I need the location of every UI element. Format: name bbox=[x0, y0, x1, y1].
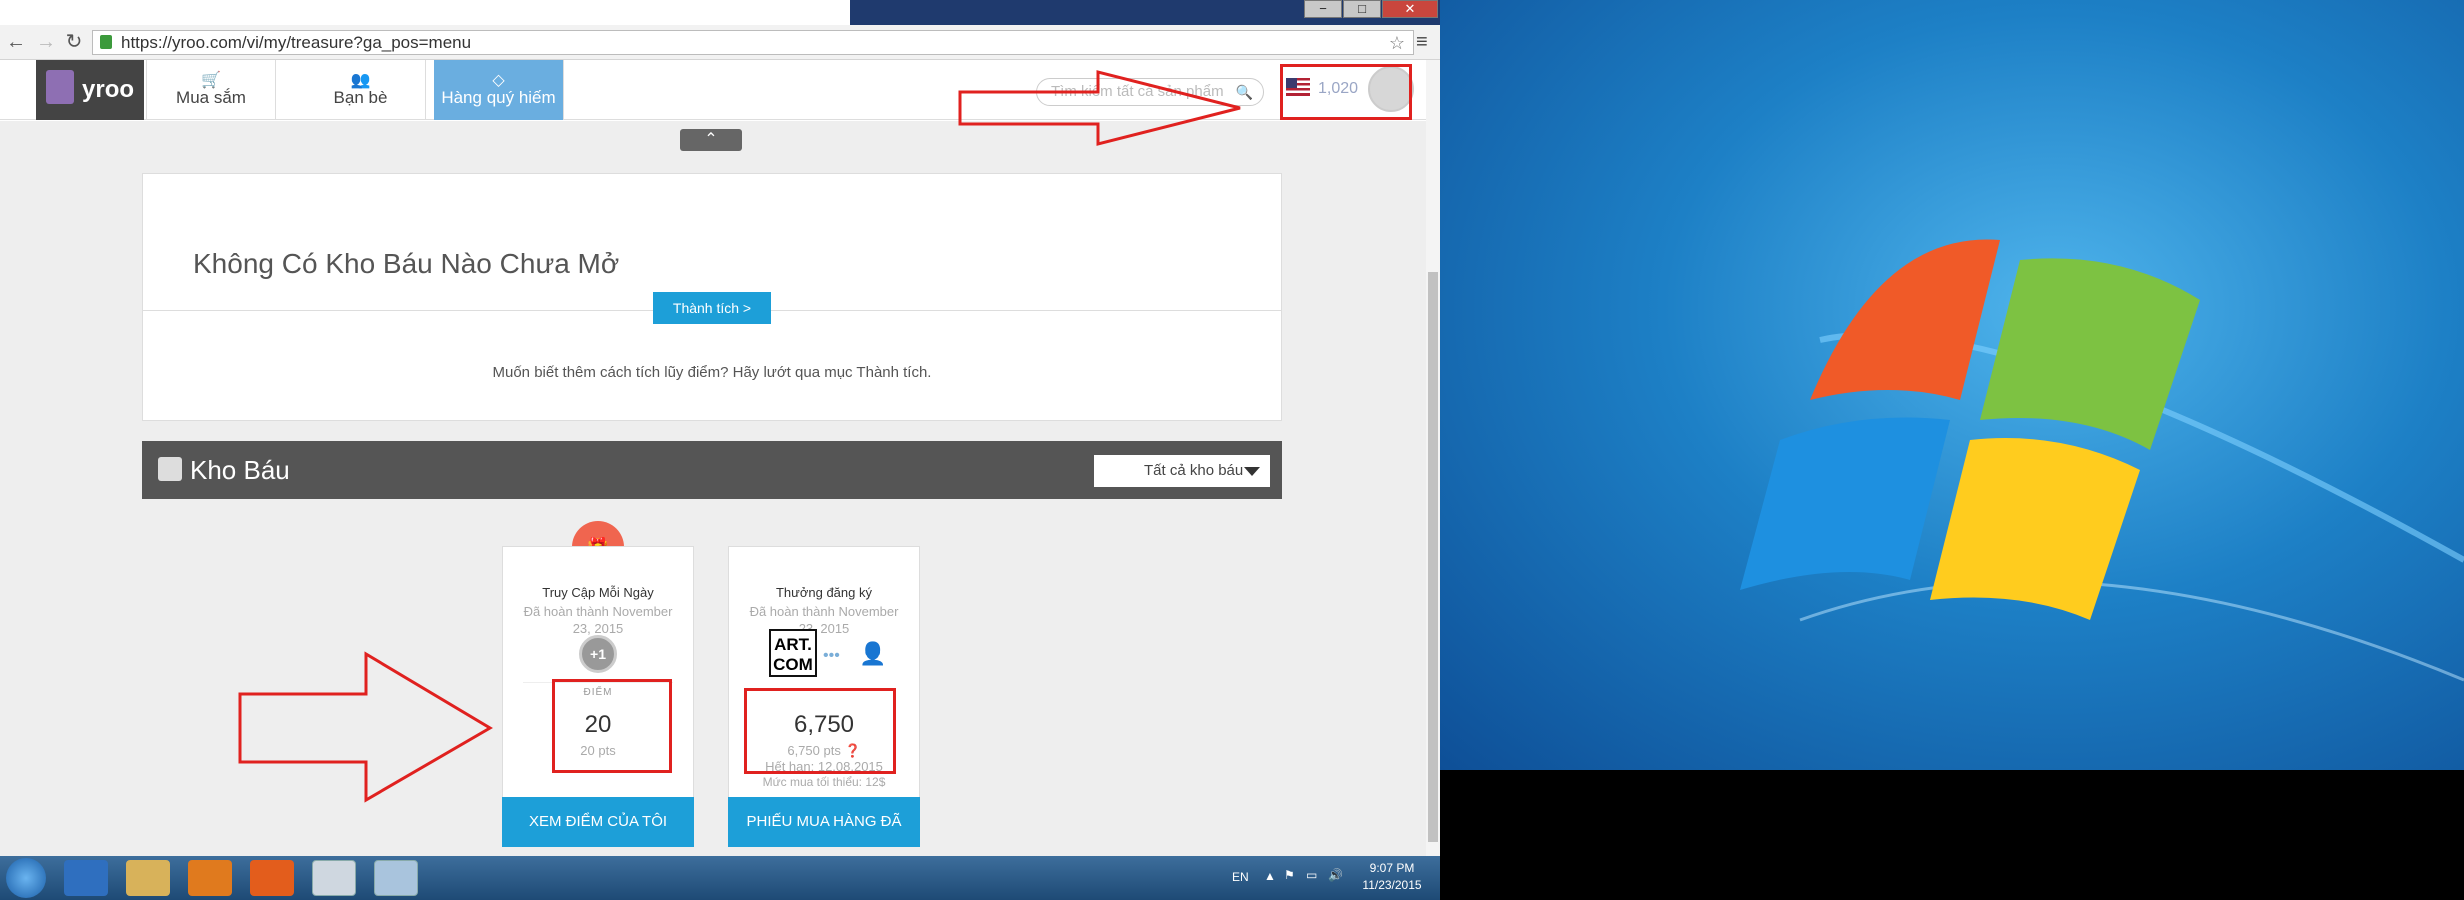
chrome-icon[interactable] bbox=[312, 860, 356, 896]
annotation-arrow-right-icon bbox=[958, 70, 1241, 146]
art-com-logo: ART. COM bbox=[769, 629, 817, 677]
ie-icon[interactable] bbox=[64, 860, 108, 896]
browser-window: − □ ✕ ← → ↻ https://yroo.com/vi/my/treas… bbox=[0, 0, 1440, 856]
annotation-arrow-right-icon bbox=[238, 651, 493, 803]
annotation-box-daily bbox=[552, 679, 672, 773]
reload-icon[interactable]: ↻ bbox=[64, 32, 84, 52]
screen: − □ ✕ ← → ↻ https://yroo.com/vi/my/treas… bbox=[0, 0, 2464, 900]
close-button[interactable]: ✕ bbox=[1382, 0, 1438, 18]
cart-icon: 🛒 bbox=[201, 72, 221, 89]
gifted-voucher-button[interactable]: PHIẾU MUA HÀNG ĐÃ TẶNG bbox=[728, 797, 920, 847]
clock[interactable]: 9:07 PM 11/23/2015 bbox=[1352, 860, 1432, 894]
card-minimum: Mức mua tối thiểu: 12$ bbox=[762, 775, 886, 789]
collapse-chevron-icon[interactable]: ⌃ bbox=[680, 129, 742, 151]
clock-time: 9:07 PM bbox=[1369, 861, 1415, 875]
achievements-button[interactable]: Thành tích > bbox=[653, 292, 771, 324]
scrollbar-thumb[interactable] bbox=[1428, 272, 1438, 842]
back-icon[interactable]: ← bbox=[6, 32, 26, 52]
bookmark-star-icon[interactable]: ☆ bbox=[1389, 32, 1405, 55]
treasure-header-bar: Kho Báu Tất cả kho báu bbox=[142, 441, 1282, 499]
friends-icon: 👥 bbox=[350, 72, 371, 89]
tab-strip: − □ ✕ bbox=[0, 0, 1440, 25]
nav-label: Bạn bè bbox=[333, 88, 388, 107]
volume-icon[interactable]: 🔊 bbox=[1328, 868, 1343, 882]
minimize-button[interactable]: − bbox=[1304, 0, 1342, 18]
app-icon[interactable] bbox=[374, 860, 418, 896]
card-name: Thưởng đăng ký bbox=[775, 585, 872, 600]
address-toolbar: ← → ↻ https://yroo.com/vi/my/treasure?ga… bbox=[0, 25, 1440, 60]
person-icon: 👤 bbox=[859, 641, 887, 666]
page-content: ⌃ Không Có Kho Báu Nào Chưa Mở Thành tíc… bbox=[0, 121, 1426, 856]
yroo-logo[interactable]: yroo bbox=[36, 60, 144, 120]
scrollbar[interactable] bbox=[1426, 60, 1440, 856]
desktop-wallpaper bbox=[1440, 0, 2464, 770]
nav-tab-shopping[interactable]: 🛒 Mua sắm bbox=[146, 60, 276, 120]
panel-hint: Muốn biết thêm cách tích lũy điểm? Hãy l… bbox=[492, 364, 932, 381]
card-completed: Đã hoàn thành November 23, 2015 bbox=[749, 604, 899, 636]
url-bar[interactable]: https://yroo.com/vi/my/treasure?ga_pos=m… bbox=[92, 30, 1414, 55]
annotation-box-signup bbox=[744, 688, 896, 774]
nav-tab-rare-items[interactable]: ◇ Hàng quý hiếm bbox=[434, 60, 564, 120]
caret-down-icon bbox=[1244, 467, 1260, 476]
windows-logo-icon bbox=[1740, 239, 2464, 682]
annotation-box-points bbox=[1280, 64, 1412, 120]
browser-menu-icon[interactable]: ≡ bbox=[1416, 32, 1432, 52]
windows-start-icon[interactable] bbox=[6, 858, 46, 898]
firefox-icon[interactable] bbox=[250, 860, 294, 896]
nav-label: Mua sắm bbox=[176, 88, 246, 107]
flag-icon[interactable]: ⚑ bbox=[1284, 868, 1295, 882]
card-completed: Đã hoàn thành November 23, 2015 bbox=[523, 604, 673, 636]
panel-title: Không Có Kho Báu Nào Chưa Mở bbox=[193, 248, 620, 279]
card-name: Truy Cập Mỗi Ngày bbox=[542, 585, 654, 600]
nav-label: Hàng quý hiếm bbox=[441, 88, 556, 107]
language-indicator[interactable]: EN bbox=[1232, 870, 1249, 884]
connector-dots-icon: ••• bbox=[823, 647, 840, 664]
url-text: https://yroo.com/vi/my/treasure?ga_pos=m… bbox=[121, 33, 472, 52]
view-my-points-button[interactable]: XEM ĐIỂM CỦA TÔI bbox=[502, 797, 694, 847]
logo-text: yroo bbox=[82, 76, 135, 103]
treasure-chest-icon bbox=[158, 457, 182, 481]
plus-one-badge: +1 bbox=[579, 635, 617, 673]
nav-tab-friends[interactable]: 👥 Bạn bè bbox=[296, 60, 426, 120]
tray-expand-icon[interactable]: ▲ bbox=[1264, 869, 1276, 883]
treasure-filter-select[interactable]: Tất cả kho báu bbox=[1094, 455, 1270, 487]
folder-icon[interactable] bbox=[126, 860, 170, 896]
diamond-icon: ◇ bbox=[492, 72, 505, 89]
taskbar: EN ▲ ⚑ ▭ 🔊 9:07 PM 11/23/2015 bbox=[0, 856, 1440, 900]
filter-value: Tất cả kho báu bbox=[1144, 462, 1244, 479]
forward-icon[interactable]: → bbox=[36, 32, 56, 52]
system-tray: EN ▲ ⚑ ▭ 🔊 9:07 PM 11/23/2015 bbox=[1220, 856, 1440, 900]
network-icon[interactable]: ▭ bbox=[1306, 868, 1317, 882]
no-treasure-panel: Không Có Kho Báu Nào Chưa Mở Thành tích … bbox=[142, 173, 1282, 421]
lock-icon bbox=[100, 35, 112, 49]
maximize-button[interactable]: □ bbox=[1343, 0, 1381, 18]
clock-date: 11/23/2015 bbox=[1362, 878, 1422, 892]
bag-logo-icon bbox=[46, 70, 74, 104]
treasure-title: Kho Báu bbox=[190, 455, 290, 485]
media-player-icon[interactable] bbox=[188, 860, 232, 896]
